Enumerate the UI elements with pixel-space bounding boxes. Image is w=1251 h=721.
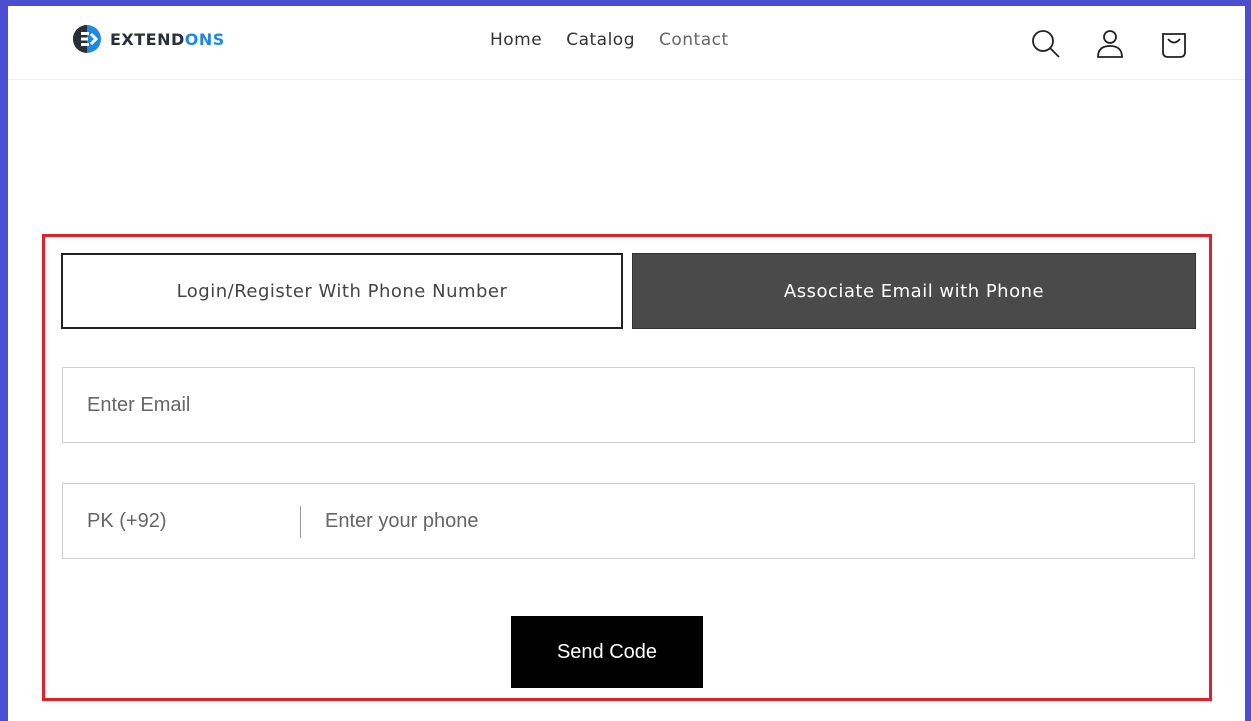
phone-divider (300, 506, 301, 538)
brand-name-part2: ONS (184, 29, 225, 49)
header-icons (1028, 26, 1192, 62)
cart-button[interactable] (1156, 26, 1192, 62)
login-form-panel: Login/Register With Phone Number Associa… (42, 234, 1212, 701)
phone-field-container: PK (+92) (62, 483, 1195, 559)
search-icon (1032, 30, 1060, 58)
site-header: EXTENDONS Home Catalog Contact (8, 6, 1245, 80)
country-code-select[interactable]: PK (+92) (87, 484, 166, 558)
main-nav: Home Catalog Contact (490, 30, 729, 50)
brand-name-part1: EXTEND (110, 29, 185, 49)
nav-home[interactable]: Home (490, 30, 542, 50)
email-field[interactable] (63, 368, 1194, 442)
page-frame: EXTENDONS Home Catalog Contact Login/Reg… (8, 6, 1245, 721)
search-button[interactable] (1028, 26, 1064, 62)
nav-catalog[interactable]: Catalog (566, 30, 635, 50)
brand-name: EXTENDONS (110, 30, 225, 49)
phone-field[interactable] (325, 484, 1185, 558)
brand-logo[interactable]: EXTENDONS (72, 24, 225, 54)
cart-icon (1162, 33, 1186, 58)
tab-phone-login[interactable]: Login/Register With Phone Number (61, 253, 623, 329)
extendons-logo-icon (73, 25, 101, 53)
email-field-container (62, 367, 1195, 443)
account-button[interactable] (1092, 26, 1128, 62)
nav-contact[interactable]: Contact (659, 30, 729, 50)
send-code-button[interactable]: Send Code (511, 616, 703, 688)
account-icon (1097, 30, 1123, 58)
tab-associate-email[interactable]: Associate Email with Phone (632, 253, 1196, 329)
